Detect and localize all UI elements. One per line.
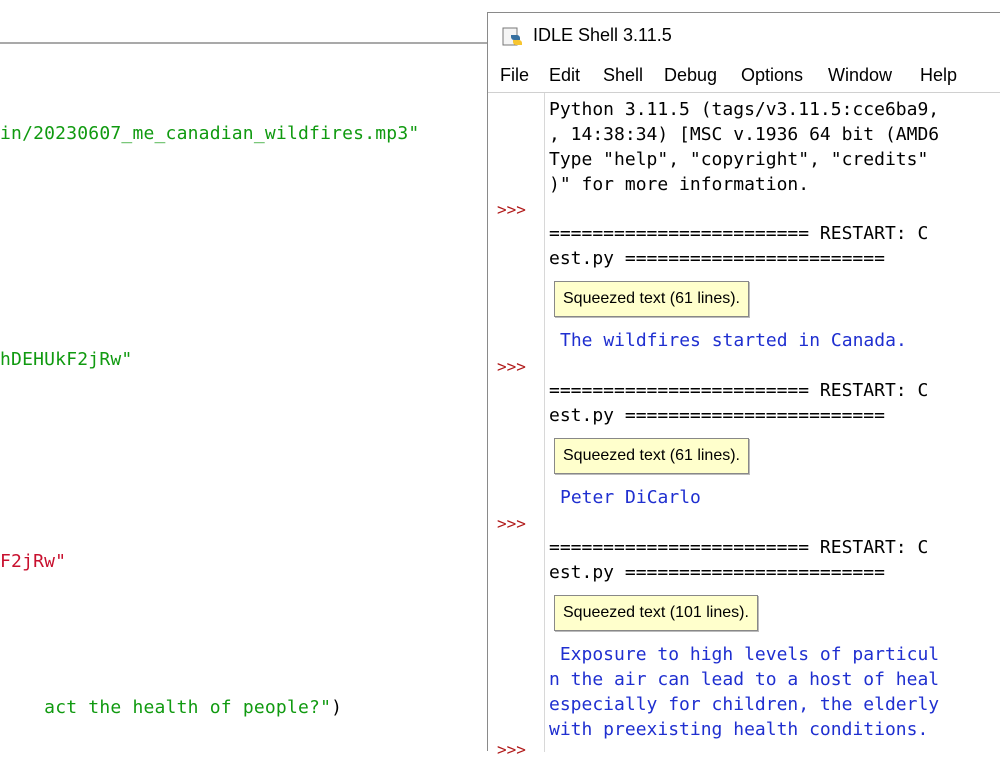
- editor-window: in/20230607_me_canadian_wildfires.mp3" h…: [0, 0, 487, 750]
- banner-line: )" for more information.: [549, 174, 810, 195]
- output-line: n the air can lead to a host of heal: [549, 669, 940, 690]
- restart-line: est.py ========================: [549, 248, 885, 269]
- restart-line: ======================== RESTART: C: [549, 223, 929, 244]
- prompt-gutter: >>> >>> >>> >>>: [488, 93, 545, 759]
- menu-file[interactable]: File: [500, 65, 529, 86]
- squeezed-text-button[interactable]: Squeezed text (61 lines).: [554, 438, 749, 474]
- python-idle-icon: [502, 27, 522, 46]
- banner-line: Type "help", "copyright", "credits": [549, 149, 940, 170]
- squeezed-text-button[interactable]: Squeezed text (101 lines).: [554, 595, 758, 631]
- output-line: Exposure to high levels of particul: [549, 644, 940, 665]
- menu-options[interactable]: Options: [741, 65, 803, 86]
- restart-line: est.py ========================: [549, 562, 885, 583]
- restart-line: est.py ========================: [549, 405, 885, 426]
- code-line[interactable]: in/20230607_me_canadian_wildfires.mp3": [0, 123, 419, 144]
- squeezed-text-button[interactable]: Squeezed text (61 lines).: [554, 281, 749, 317]
- restart-line: ======================== RESTART: C: [549, 380, 929, 401]
- prompt-marker: >>>: [497, 200, 526, 219]
- menu-edit[interactable]: Edit: [549, 65, 580, 86]
- output-line: Peter DiCarlo: [560, 487, 701, 508]
- window-title: IDLE Shell 3.11.5: [533, 25, 672, 45]
- menu-debug[interactable]: Debug: [664, 65, 717, 86]
- banner-line: Python 3.11.5 (tags/v3.11.5:cce6ba9,: [549, 99, 940, 120]
- output-line: especially for children, the elderly: [549, 694, 940, 715]
- code-paren: ): [331, 697, 343, 718]
- output-line: The wildfires started in Canada.: [560, 330, 907, 351]
- menu-shell[interactable]: Shell: [603, 65, 643, 86]
- prompt-marker: >>>: [497, 357, 526, 376]
- code-line[interactable]: act the health of people?"): [0, 676, 342, 739]
- menu-bar: File Edit Shell Debug Options Window Hel…: [488, 63, 1000, 91]
- code-line[interactable]: F2jRw": [0, 551, 66, 572]
- title-bar[interactable]: IDLE Shell 3.11.5: [488, 13, 1000, 59]
- restart-line: ======================== RESTART: C: [549, 537, 929, 558]
- output-line: with preexisting health conditions.: [549, 719, 929, 740]
- code-line[interactable]: hDEHUkF2jRw": [0, 349, 132, 370]
- idle-shell-window: IDLE Shell 3.11.5 File Edit Shell Debug …: [487, 12, 1000, 759]
- editor-divider: [0, 42, 487, 44]
- prompt-marker: >>>: [497, 514, 526, 533]
- shell-output-area[interactable]: >>> >>> >>> >>> Python 3.11.5 (tags/v3.1…: [488, 92, 1000, 759]
- banner-line: , 14:38:34) [MSC v.1936 64 bit (AMD6: [549, 124, 940, 145]
- menu-window[interactable]: Window: [828, 65, 892, 86]
- code-string: act the health of people?": [44, 697, 332, 718]
- menu-help[interactable]: Help: [920, 65, 957, 86]
